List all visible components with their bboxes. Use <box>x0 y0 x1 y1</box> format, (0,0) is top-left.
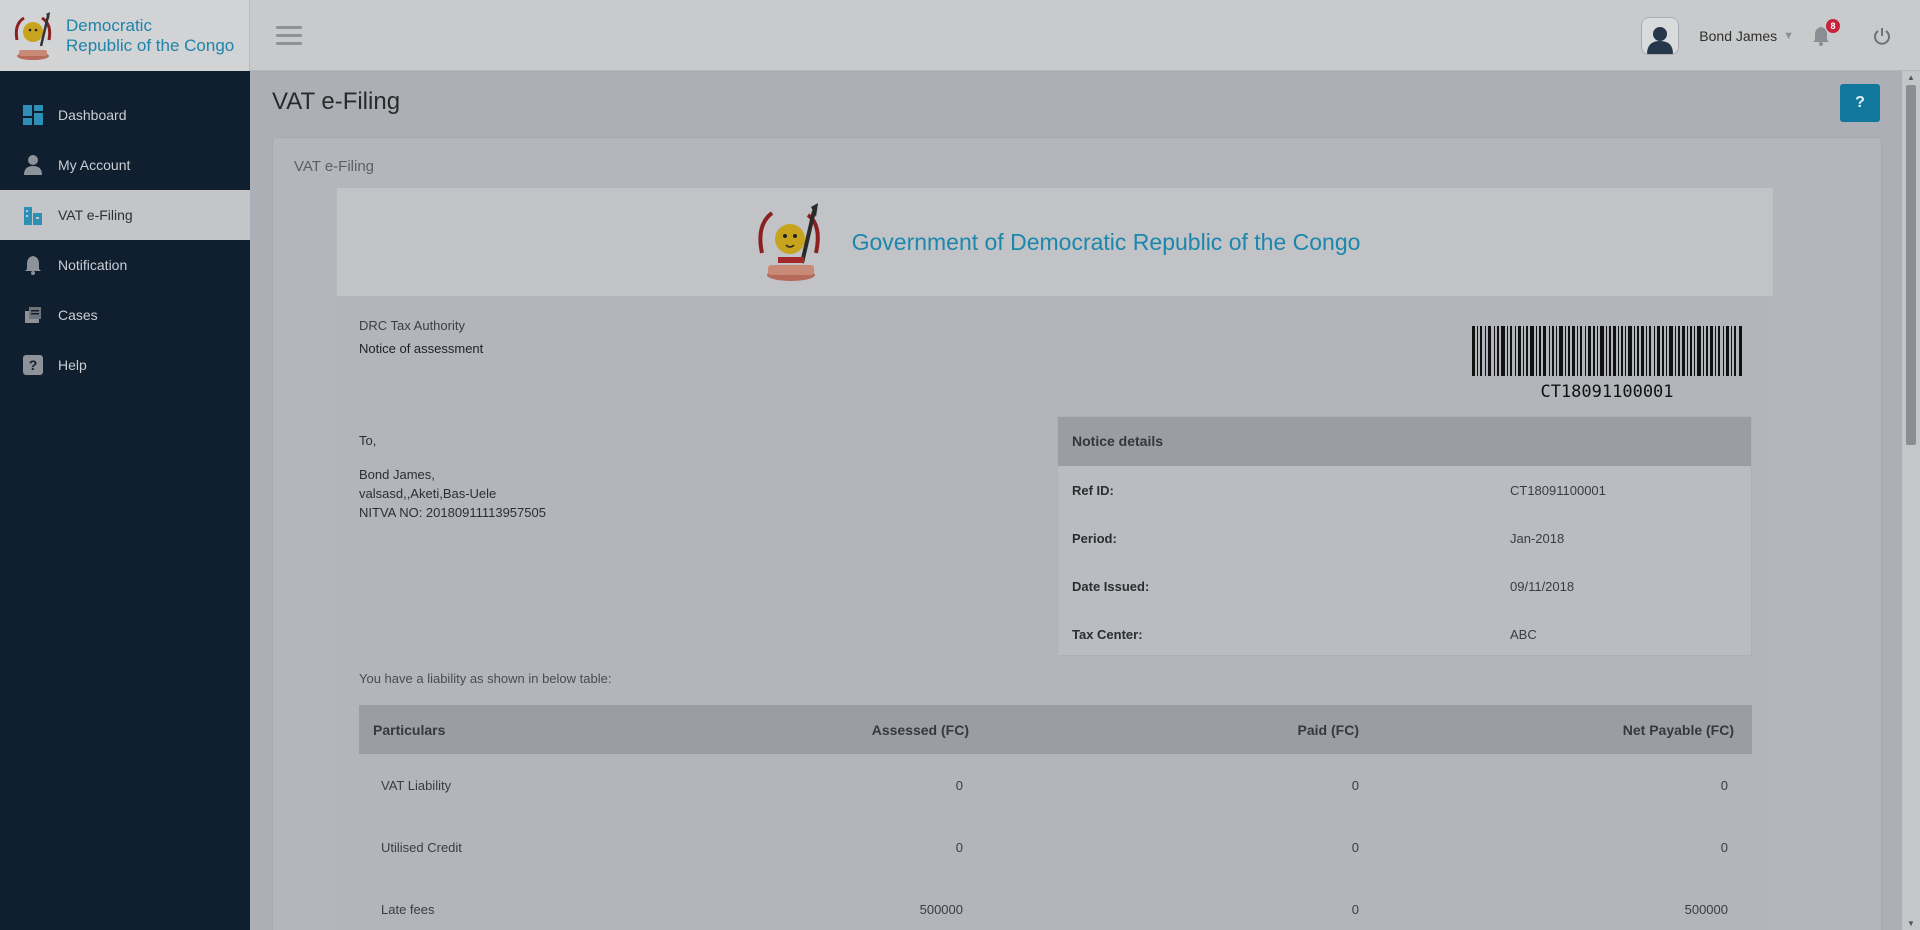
table-cell: 0 <box>955 839 963 855</box>
notice-value: CT18091100001 <box>1510 482 1606 498</box>
notice-type-label: Notice of assessment <box>359 341 484 356</box>
scroll-up-icon[interactable]: ▲ <box>1906 73 1916 82</box>
column-header: Assessed (FC) <box>871 721 969 738</box>
notice-details-title: Notice details <box>1058 417 1751 466</box>
column-header: Net Payable (FC) <box>1622 721 1734 738</box>
coat-of-arms-icon <box>757 203 820 281</box>
recipient-address: To, Bond James, valsasd,,Aketi,Bas-Uele … <box>359 431 546 522</box>
table-cell: 500000 <box>919 901 963 917</box>
sidebar-item-label: Dashboard <box>58 107 127 123</box>
notice-value: Jan-2018 <box>1510 530 1565 546</box>
notification-badge: 8 <box>1826 18 1840 33</box>
menu-toggle-icon[interactable] <box>276 26 302 46</box>
notice-row-ref-id: Ref ID: CT18091100001 <box>1058 466 1751 514</box>
table-cell: 0 <box>1351 901 1359 917</box>
table-cell: 0 <box>1720 777 1728 793</box>
bell-icon <box>22 254 44 276</box>
recipient-address-line: valsasd,,Aketi,Bas-Uele <box>359 486 497 501</box>
svg-text:?: ? <box>29 357 38 373</box>
table-cell: Late fees <box>381 901 435 917</box>
table-cell: 500000 <box>1684 901 1728 917</box>
table-row: VAT Liability 0 0 0 <box>359 754 1752 816</box>
table-cell: 0 <box>1351 839 1359 855</box>
avatar[interactable] <box>1641 16 1680 55</box>
sidebar-item-dashboard[interactable]: Dashboard <box>0 90 250 140</box>
scroll-down-icon[interactable]: ▼ <box>1906 919 1916 928</box>
notice-key: Ref ID: <box>1072 482 1114 498</box>
main-content: VAT e-Filing ? VAT e-Filing Government o… <box>250 71 1902 930</box>
panel-title: VAT e-Filing <box>294 158 375 175</box>
barcode-number: CT18091100001 <box>1540 382 1674 402</box>
building-icon <box>22 204 44 226</box>
sidebar-item-cases[interactable]: Cases <box>0 290 250 340</box>
user-avatar-icon <box>1647 26 1674 54</box>
column-header: Paid (FC) <box>1297 721 1359 738</box>
notice-row-tax-center: Tax Center: ABC <box>1058 610 1751 658</box>
brand-line1: Democratic <box>66 15 152 35</box>
recipient-name: Bond James, <box>359 467 435 482</box>
liability-intro-text: You have a liability as shown in below t… <box>359 671 612 686</box>
notice-value: ABC <box>1510 626 1537 642</box>
salutation: To, <box>359 433 377 448</box>
nitva-number: NITVA NO: 20180911113957505 <box>359 505 546 520</box>
help-button[interactable]: ? <box>1840 84 1880 122</box>
notice-row-period: Period: Jan-2018 <box>1058 514 1751 562</box>
sidebar-item-notification[interactable]: Notification <box>0 240 250 290</box>
top-header: Democratic Republic of the Congo Bond Ja… <box>0 0 1920 71</box>
coat-of-arms-icon <box>14 11 52 60</box>
table-row: Late fees 500000 0 500000 <box>359 878 1752 930</box>
sidebar-item-help[interactable]: ? Help <box>0 340 250 390</box>
chevron-down-icon[interactable]: ▼ <box>1783 30 1794 42</box>
notification-bell-icon[interactable]: 8 <box>1810 18 1840 47</box>
dashboard-icon <box>22 104 44 126</box>
user-name[interactable]: Bond James <box>1699 28 1777 44</box>
user-area: Bond James ▼ 8 <box>1641 0 1920 71</box>
sidebar-item-label: Help <box>58 357 87 373</box>
table-cell: 0 <box>1351 777 1359 793</box>
table-row: Utilised Credit 0 0 0 <box>359 816 1752 878</box>
scrollbar-thumb[interactable] <box>1906 85 1916 445</box>
assessment-document: Government of Democratic Republic of the… <box>337 188 1773 930</box>
sidebar-item-label: VAT e-Filing <box>58 207 133 223</box>
document-header: Government of Democratic Republic of the… <box>337 188 1773 296</box>
barcode-image <box>1472 326 1742 376</box>
page-title: VAT e-Filing <box>272 88 401 115</box>
table-cell: VAT Liability <box>381 777 452 793</box>
table-cell: 0 <box>1720 839 1728 855</box>
help-icon: ? <box>22 354 44 376</box>
sidebar-item-label: Cases <box>58 307 98 323</box>
user-icon <box>22 154 44 176</box>
sidebar-item-vat-efiling[interactable]: VAT e-Filing <box>0 190 250 240</box>
notice-row-date-issued: Date Issued: 09/11/2018 <box>1058 562 1751 610</box>
column-header: Particulars <box>373 721 446 738</box>
sidebar: Dashboard My Account VAT e-Filing Notifi… <box>0 71 250 930</box>
liability-table: Particulars Assessed (FC) Paid (FC) Net … <box>359 705 1752 930</box>
page-scrollbar[interactable]: ▲ ▼ <box>1902 71 1920 930</box>
government-title: Government of Democratic Republic of the… <box>851 228 1361 255</box>
sidebar-item-my-account[interactable]: My Account <box>0 140 250 190</box>
table-header-row: Particulars Assessed (FC) Paid (FC) Net … <box>359 705 1752 754</box>
power-icon[interactable] <box>1872 26 1892 46</box>
notice-key: Tax Center: <box>1072 626 1143 642</box>
brand-logo[interactable]: Democratic Republic of the Congo <box>0 0 250 71</box>
brand-name: Democratic Republic of the Congo <box>66 16 234 56</box>
sidebar-item-label: My Account <box>58 157 131 173</box>
table-cell: 0 <box>955 777 963 793</box>
cases-icon <box>22 304 44 326</box>
notice-key: Date Issued: <box>1072 578 1150 594</box>
table-cell: Utilised Credit <box>381 839 462 855</box>
notice-key: Period: <box>1072 530 1117 546</box>
brand-line2: Republic of the Congo <box>66 35 235 55</box>
notice-details-box: Notice details Ref ID: CT18091100001 Per… <box>1057 416 1752 656</box>
tax-authority-label: DRC Tax Authority <box>359 318 465 333</box>
notice-value: 09/11/2018 <box>1510 578 1575 594</box>
sidebar-item-label: Notification <box>58 257 128 273</box>
